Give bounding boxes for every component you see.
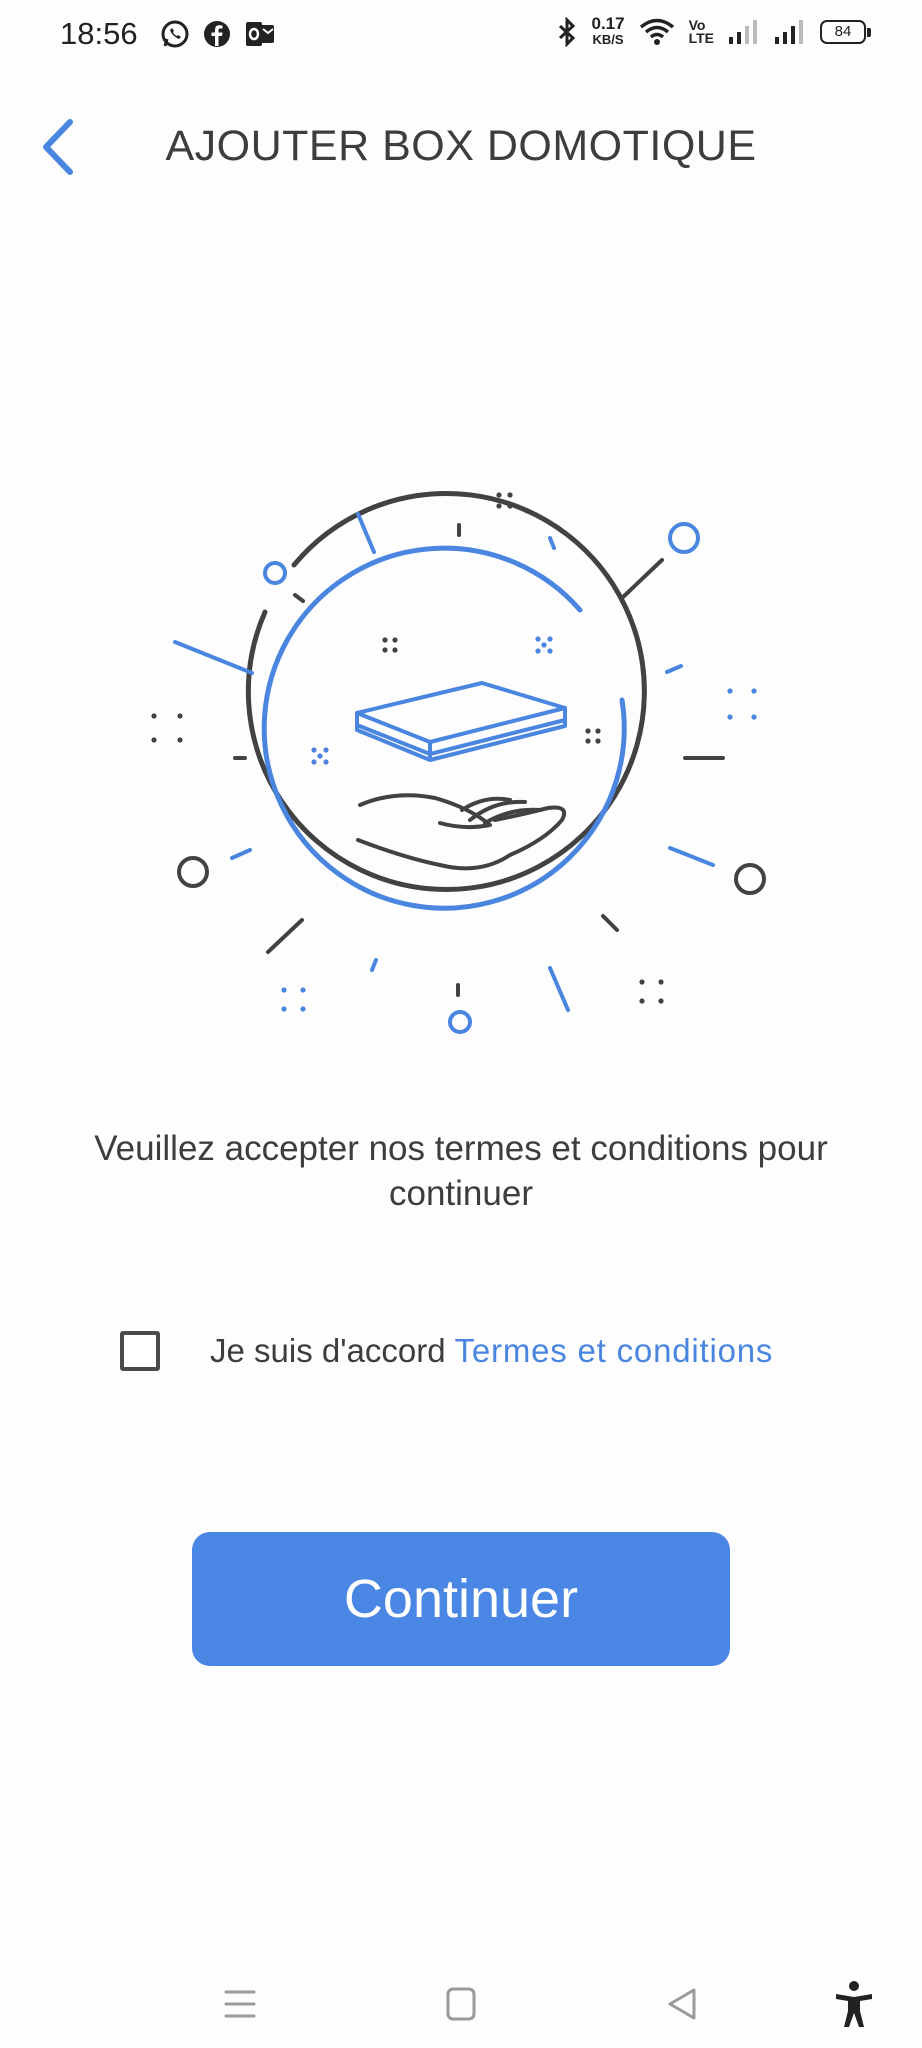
agree-checkbox[interactable] (120, 1331, 160, 1371)
hand-offering-box-icon (151, 490, 766, 1034)
terms-link[interactable]: Termes et conditions (455, 1332, 774, 1369)
net-speed-value: 0.17 (591, 14, 625, 33)
volte-bottom: LTE (688, 30, 714, 46)
continue-button[interactable]: Continuer (192, 1532, 730, 1666)
system-icons: 0.17 KB/S Vo LTE 84 (556, 14, 871, 48)
nav-back-button[interactable] (654, 1976, 710, 2032)
back-triangle-icon (668, 1988, 696, 2020)
whatsapp-icon (161, 20, 189, 48)
outlook-icon (246, 22, 274, 46)
volte-indicator: Vo LTE (688, 18, 714, 46)
signal-icon (775, 20, 803, 44)
nav-accessibility-button[interactable] (826, 1976, 882, 2032)
net-speed-unit: KB/S (592, 32, 624, 47)
bluetooth-icon (558, 17, 575, 47)
terms-prompt: Veuillez accepter nos termes et conditio… (94, 1129, 828, 1213)
agree-row: Je suis d'accord Termes et conditions (120, 1326, 773, 1376)
accessibility-icon (836, 1981, 872, 2027)
signal-icon (729, 20, 757, 44)
agree-label: Je suis d'accord (210, 1332, 446, 1369)
agree-text: Je suis d'accord Termes et conditions (210, 1332, 773, 1370)
battery-indicator: 84 (820, 20, 871, 44)
status-bar: 18:56 0.17 KB/S Vo LTE 84 (0, 0, 922, 72)
home-square-icon (446, 1987, 476, 2021)
facebook-icon (204, 21, 230, 47)
notification-icons (160, 19, 276, 49)
system-nav-bar (0, 1960, 922, 2048)
menu-icon (224, 1990, 256, 2018)
page-title: AJOUTER BOX DOMOTIQUE (165, 122, 757, 170)
wifi-icon (639, 18, 674, 45)
status-time: 18:56 (60, 16, 138, 51)
net-speed: 0.17 KB/S (591, 14, 625, 48)
nav-home-button[interactable] (433, 1976, 489, 2032)
nav-menu-button[interactable] (212, 1976, 268, 2032)
